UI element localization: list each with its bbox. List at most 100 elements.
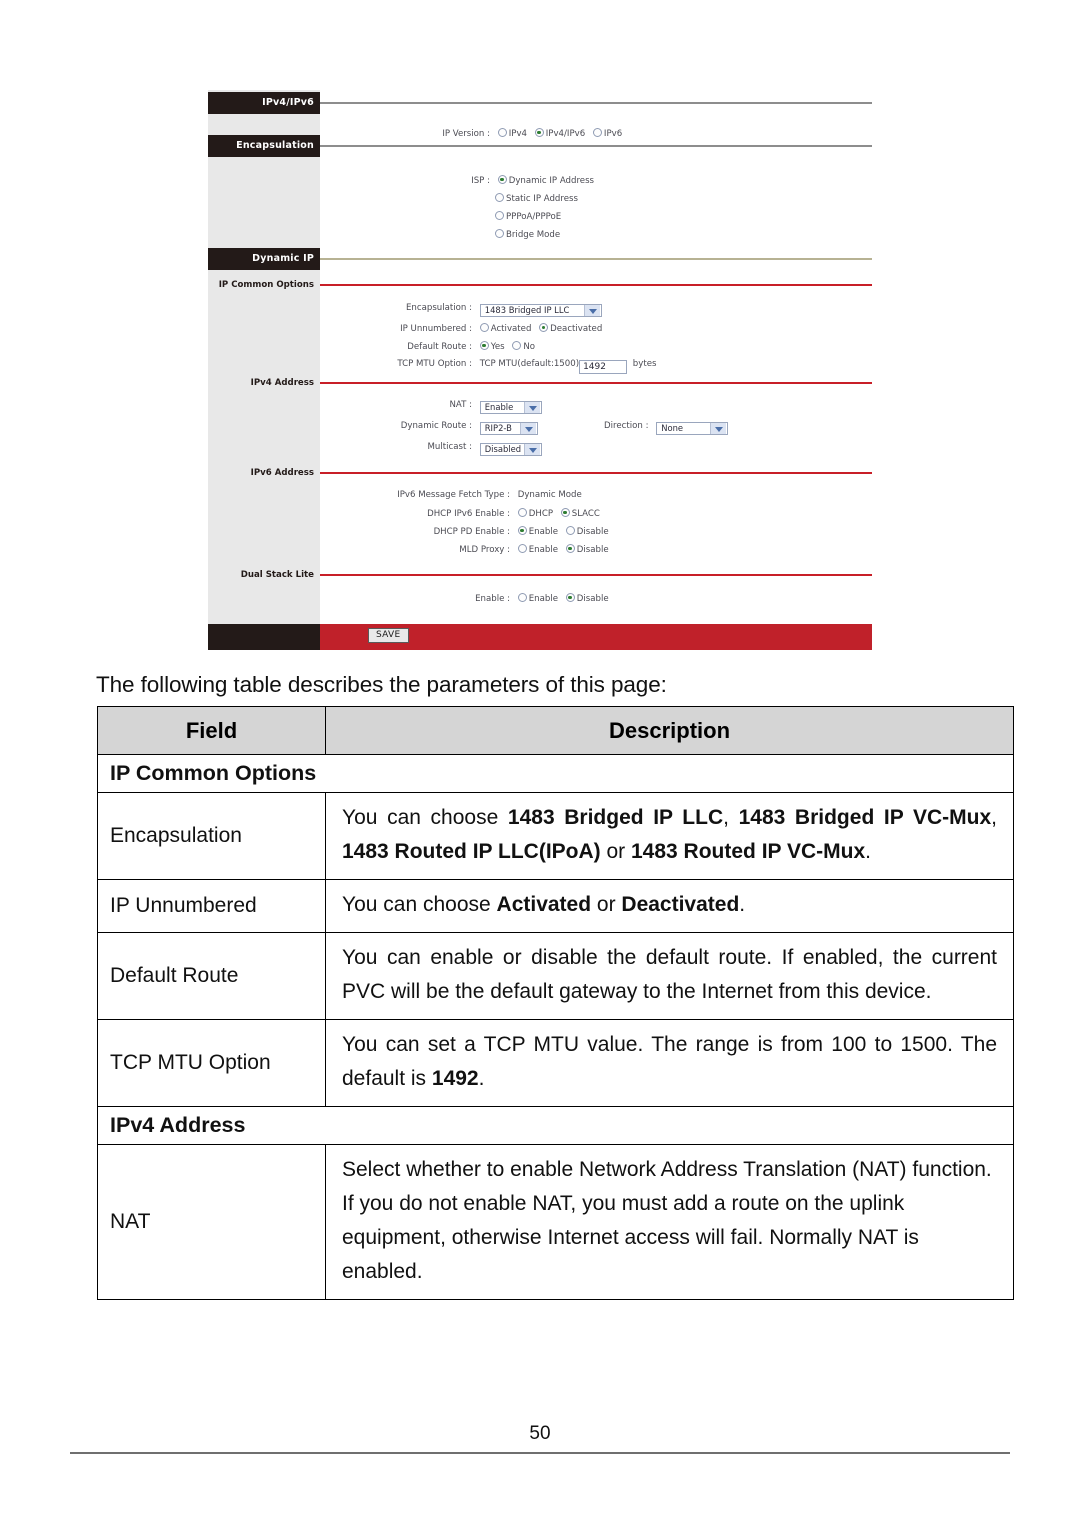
radio-selected-icon[interactable] bbox=[565, 593, 575, 602]
dual-stack-lite-option-enable[interactable]: Enable bbox=[517, 593, 558, 604]
sidebar-label-ipv6-address: IPv6 Address bbox=[250, 468, 314, 478]
ip-unnumbered-label: IP Unnumbered : bbox=[400, 324, 472, 334]
dynamic-route-select[interactable]: RIP2-B bbox=[479, 422, 538, 435]
radio-icon[interactable] bbox=[517, 544, 527, 553]
tcp-mtu-suffix: bytes bbox=[632, 359, 657, 369]
radio-icon[interactable] bbox=[497, 128, 507, 137]
router-sidebar bbox=[208, 90, 320, 624]
radio-selected-icon[interactable] bbox=[560, 508, 570, 517]
dhcp-pd-option-disable[interactable]: Disable bbox=[565, 526, 609, 537]
mld-proxy-option-enable[interactable]: Enable bbox=[517, 544, 559, 555]
dhcp-ipv6-option-dhcp[interactable]: DHCP bbox=[517, 508, 553, 519]
isp-option-pppoa-pppoe[interactable]: PPPoA/PPPoE bbox=[495, 211, 561, 222]
mld-proxy-option-disable[interactable]: Disable bbox=[565, 544, 609, 555]
section-tab-dynamic-ip: Dynamic IP bbox=[208, 248, 320, 270]
ip-version-option-ipv4[interactable]: IPv4 bbox=[497, 128, 527, 139]
radio-icon[interactable] bbox=[517, 508, 527, 517]
description-text: . bbox=[478, 1067, 485, 1091]
ip-unnumbered-option-activated[interactable]: Activated bbox=[479, 323, 531, 334]
encapsulation-select-value: 1483 Bridged IP LLC bbox=[484, 305, 570, 315]
table-row: IP Unnumbered You can choose Activated or… bbox=[97, 879, 1014, 934]
dual-stack-lite-option-disable[interactable]: Disable bbox=[565, 593, 609, 604]
table-section-label: IP Common Options bbox=[97, 754, 1014, 793]
save-bar-left bbox=[208, 624, 320, 650]
chevron-down-icon bbox=[588, 309, 597, 314]
divider-ipv6-address bbox=[320, 472, 872, 474]
sidebar-label-ipv4-address: IPv4 Address bbox=[250, 378, 314, 388]
direction-select[interactable]: None bbox=[656, 422, 729, 435]
table-cell-field: IP Unnumbered bbox=[97, 879, 326, 934]
radio-icon[interactable] bbox=[495, 211, 504, 220]
divider-dual-stack-lite bbox=[320, 574, 872, 576]
ip-unnumbered-option-deactivated[interactable]: Deactivated bbox=[539, 323, 602, 334]
description-emphasis: 1492 bbox=[431, 1067, 479, 1091]
dynamic-route-label: Dynamic Route : bbox=[400, 421, 472, 431]
default-route-option-yes-label: Yes bbox=[490, 342, 505, 352]
isp-option-dynamic-ip-address[interactable]: Dynamic IP Address bbox=[497, 175, 594, 186]
table-cell-description: Select whether to enable Network Address… bbox=[325, 1144, 1014, 1301]
default-route-option-no[interactable]: No bbox=[512, 341, 535, 352]
radio-icon[interactable] bbox=[565, 526, 575, 535]
dhcp-pd-option-enable[interactable]: Enable bbox=[517, 526, 558, 537]
description-text: Select whether to enable Network Address… bbox=[342, 1158, 992, 1284]
radio-icon[interactable] bbox=[517, 593, 527, 602]
isp-option-static-ip-address[interactable]: Static IP Address bbox=[495, 193, 578, 204]
radio-icon[interactable] bbox=[495, 229, 504, 238]
field-isp-pppoa: PPPoA/PPPoE bbox=[495, 211, 566, 222]
table-cell-field: Encapsulation bbox=[97, 791, 326, 881]
divider-ipv4-address bbox=[320, 382, 872, 384]
field-dhcp-pd-enable: DHCP PD Enable : Enable Disable bbox=[320, 526, 614, 537]
radio-selected-icon[interactable] bbox=[497, 175, 507, 184]
router-config-screenshot: IPv4/IPv6 Encapsulation Dynamic IP IP Co… bbox=[208, 90, 872, 650]
radio-selected-icon[interactable] bbox=[479, 341, 489, 350]
multicast-select[interactable]: Disabled bbox=[479, 443, 542, 456]
section-tab-encapsulation: Encapsulation bbox=[208, 135, 320, 157]
radio-icon[interactable] bbox=[479, 323, 489, 332]
field-isp-bridge: Bridge Mode bbox=[495, 229, 565, 240]
radio-selected-icon[interactable] bbox=[565, 544, 575, 553]
description-emphasis: 1483 Bridged IP VC-Mux bbox=[738, 806, 992, 829]
isp-option-pppoa-pppoe-label: PPPoA/PPPoE bbox=[506, 212, 562, 222]
radio-selected-icon[interactable] bbox=[539, 323, 549, 332]
description-emphasis: 1483 Bridged IP LLC bbox=[507, 806, 724, 829]
field-isp: ISP : Dynamic IP Address bbox=[320, 175, 599, 186]
default-route-option-no-label: No bbox=[523, 342, 536, 352]
nat-select[interactable]: Enable bbox=[479, 401, 542, 414]
tcp-mtu-prefix: TCP MTU(default:1500) bbox=[479, 359, 580, 369]
mld-proxy-option-enable-label: Enable bbox=[528, 545, 559, 555]
field-dynamic-route: Dynamic Route : RIP2-B Direction : None bbox=[320, 421, 729, 435]
radio-selected-icon[interactable] bbox=[534, 128, 544, 137]
save-button[interactable]: SAVE bbox=[368, 628, 409, 643]
tcp-mtu-input[interactable]: 1492 bbox=[579, 360, 628, 374]
ip-version-option-ipv6[interactable]: IPv6 bbox=[592, 128, 622, 139]
dhcp-ipv6-option-dhcp-label: DHCP bbox=[528, 509, 553, 519]
description-text: , bbox=[723, 806, 739, 829]
field-default-route: Default Route : Yes No bbox=[320, 341, 540, 352]
isp-option-static-ip-address-label: Static IP Address bbox=[506, 194, 578, 204]
field-nat: NAT : Enable bbox=[320, 400, 542, 414]
field-dual-stack-lite-enable: Enable : Enable Disable bbox=[320, 593, 614, 604]
ip-version-option-ipv4-ipv6[interactable]: IPv4/IPv6 bbox=[534, 128, 585, 139]
tcp-mtu-label: TCP MTU Option : bbox=[397, 359, 472, 369]
nat-select-value: Enable bbox=[484, 402, 514, 412]
description-text: You can enable or disable the default ro… bbox=[342, 946, 997, 1004]
default-route-option-yes[interactable]: Yes bbox=[479, 341, 505, 352]
description-emphasis: Activated bbox=[496, 893, 592, 917]
description-text: or bbox=[591, 893, 622, 917]
radio-selected-icon[interactable] bbox=[517, 526, 527, 535]
radio-icon[interactable] bbox=[495, 193, 504, 202]
table-row: TCP MTU Option You can set a TCP MTU valu… bbox=[97, 1019, 1014, 1108]
mld-proxy-label: MLD Proxy : bbox=[459, 545, 510, 555]
field-dhcp-ipv6-enable: DHCP IPv6 Enable : DHCP SLACC bbox=[320, 508, 605, 519]
isp-option-bridge-mode[interactable]: Bridge Mode bbox=[495, 229, 560, 240]
section-tab-ipv4-ipv6: IPv4/IPv6 bbox=[208, 92, 320, 114]
encapsulation-select[interactable]: 1483 Bridged IP LLC bbox=[479, 304, 602, 317]
radio-icon[interactable] bbox=[512, 341, 522, 350]
direction-select-value: None bbox=[661, 423, 684, 433]
table-section-row: IP Common Options bbox=[97, 754, 1014, 793]
radio-icon[interactable] bbox=[592, 128, 602, 137]
dhcp-ipv6-option-slacc[interactable]: SLACC bbox=[560, 508, 600, 519]
ip-version-label: IP Version : bbox=[442, 129, 490, 139]
dynamic-route-select-value: RIP2-B bbox=[484, 423, 512, 433]
field-ip-version: IP Version : IPv4 IPv4/IPv6 IPv6 bbox=[320, 128, 627, 139]
